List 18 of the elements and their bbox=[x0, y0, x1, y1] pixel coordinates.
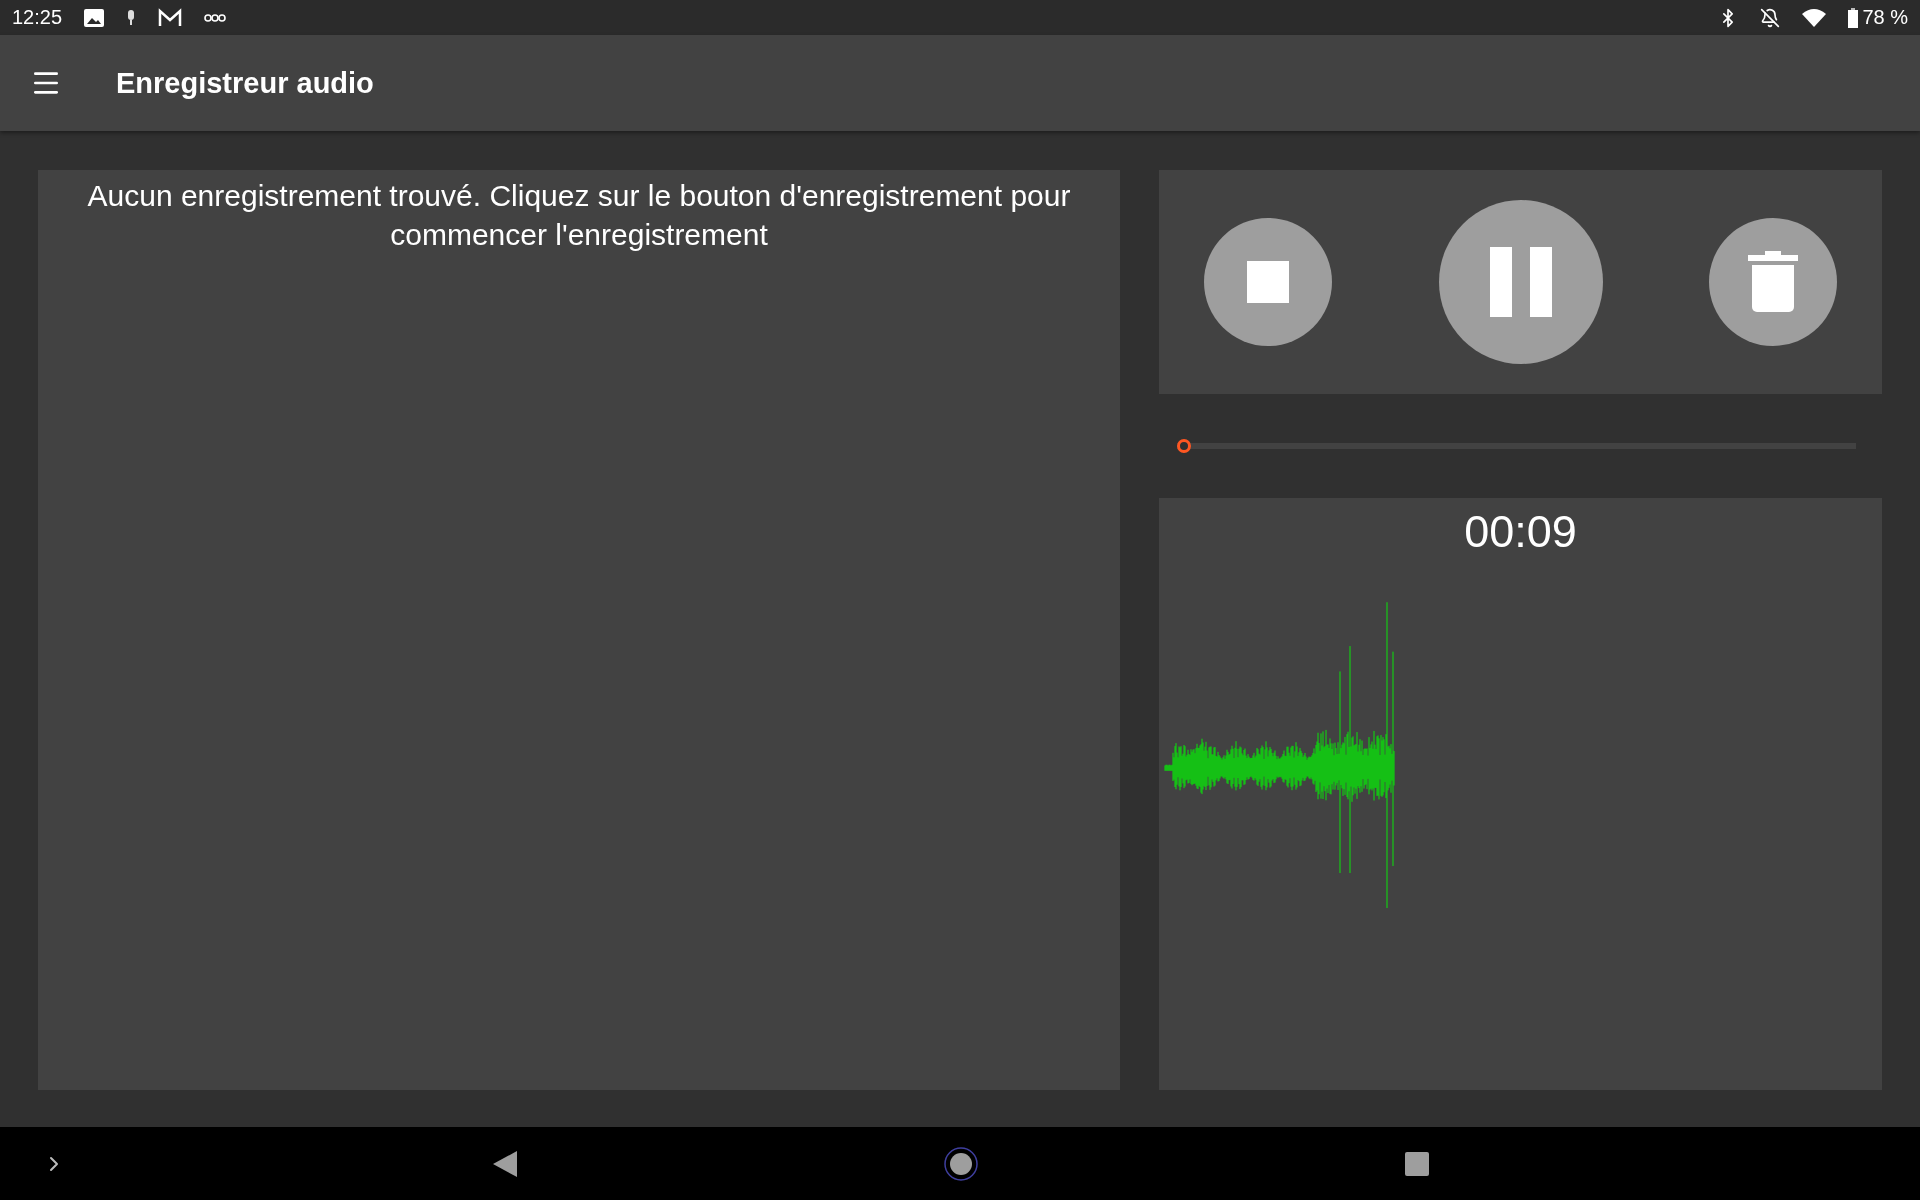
battery-percent: 78 % bbox=[1862, 6, 1908, 29]
clock-time: 12:25 bbox=[12, 6, 63, 29]
image-icon bbox=[84, 8, 105, 27]
back-button[interactable] bbox=[493, 1150, 517, 1177]
slider-thumb[interactable] bbox=[1177, 439, 1191, 453]
pause-icon bbox=[1489, 247, 1552, 317]
stop-icon bbox=[1247, 261, 1289, 303]
recents-button[interactable] bbox=[1405, 1151, 1429, 1176]
wifi-icon bbox=[1802, 8, 1827, 27]
trash-icon bbox=[1748, 251, 1798, 313]
empty-message: Aucun enregistrement trouvé. Cliquez sur le bouton d'enregistrement pour commencer l'enregistrement bbox=[86, 178, 1072, 253]
microphone-icon bbox=[126, 9, 137, 26]
home-button[interactable] bbox=[944, 1146, 978, 1181]
app-title: Enregistreur audio bbox=[116, 66, 374, 100]
mail-icon bbox=[158, 7, 183, 28]
recording-timer: 00:09 bbox=[1464, 506, 1577, 558]
bell-off-icon bbox=[1760, 7, 1781, 28]
battery-icon bbox=[1848, 7, 1859, 28]
